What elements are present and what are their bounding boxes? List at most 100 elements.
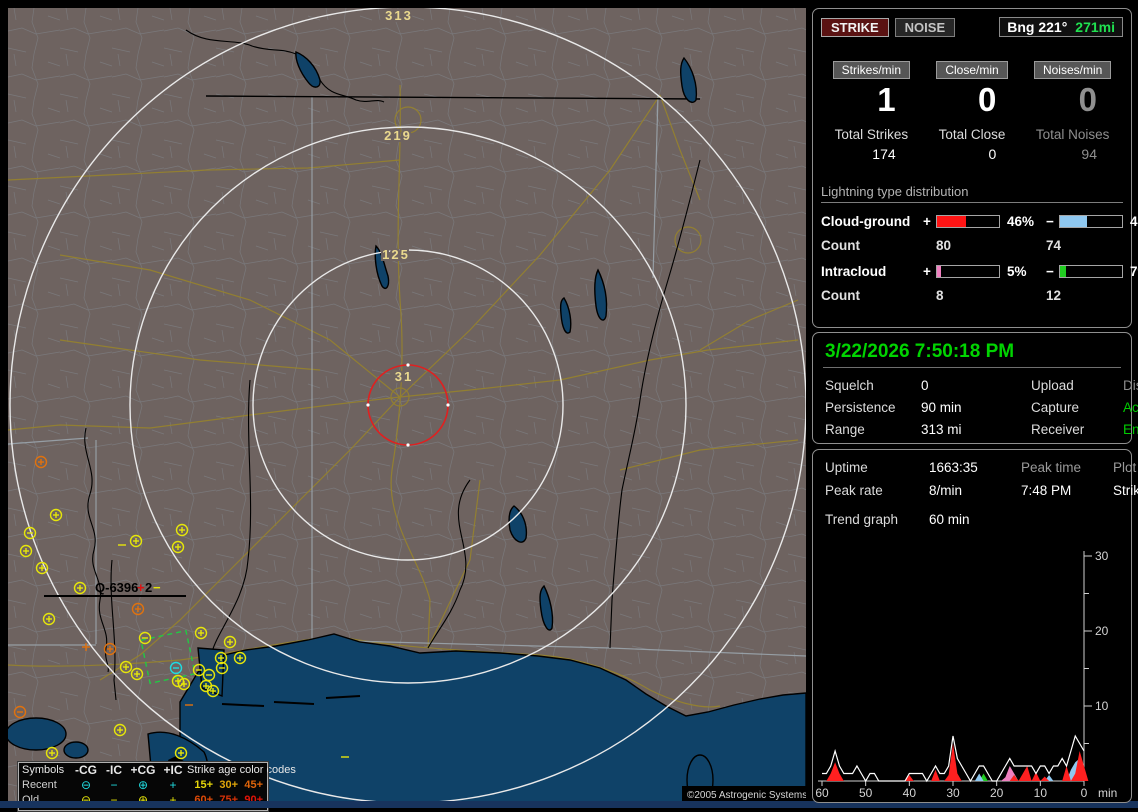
map-panel[interactable]: 313 219 125 31 Q-6396 +2− ©2005 Astrogenic S… [8, 8, 806, 812]
ic-pos-count: 8 [936, 288, 944, 303]
legend-cg-pos-hdr: +CG [130, 763, 156, 777]
noises-per-min-header[interactable]: Noises/min [1033, 61, 1112, 79]
plot-header: Plot [1113, 460, 1137, 475]
svg-text:60: 60 [816, 786, 829, 799]
svg-text:+: + [137, 580, 145, 595]
trend-graph: 10 20 30 60 50 40 30 20 10 0 min [816, 533, 1128, 799]
peak-time-value: 7:48 PM [1021, 483, 1072, 498]
uptime-label: Uptime [825, 460, 868, 475]
ic-neg-recent-icon: − [110, 778, 118, 792]
svg-text:125: 125 [382, 247, 410, 262]
strikes-per-min-header[interactable]: Strikes/min [832, 61, 910, 79]
svg-text:30: 30 [946, 786, 960, 799]
minus-sign: − [1046, 214, 1054, 229]
upload-label: Upload [1031, 378, 1074, 393]
upload-status: Disabled [1123, 378, 1138, 393]
ic-neg-pct: 7% [1130, 264, 1138, 279]
svg-text:2: 2 [145, 580, 152, 595]
cg-neg-bar [1059, 215, 1123, 228]
total-strikes-value: 174 [872, 146, 896, 162]
range-value: 313 mi [921, 422, 962, 437]
cg-neg-count: 74 [1046, 238, 1062, 253]
svg-text:40: 40 [903, 786, 917, 799]
svg-text:20: 20 [1095, 624, 1109, 638]
noises-per-min-value: 0 [1078, 81, 1097, 118]
cg-pos-recent-icon: ⊕ [137, 778, 149, 792]
age-15: 15+ [194, 779, 213, 791]
svg-text:10: 10 [1095, 699, 1109, 713]
legend-cg-neg-hdr: -CG [75, 763, 97, 777]
plot-value: Strike [1113, 483, 1138, 498]
strikes-per-min-value: 1 [877, 81, 896, 118]
svg-text:20: 20 [990, 786, 1004, 799]
strike-toggle-button[interactable]: STRIKE [821, 17, 889, 37]
bearing-readout: Bng 221° 271mi [999, 17, 1123, 37]
cg-pos-bar [936, 215, 1000, 228]
legend-ic-pos-hdr: +IC [163, 763, 183, 777]
close-per-min-value: 0 [977, 81, 997, 118]
plus-sign: + [923, 214, 931, 229]
bearing-distance: 271mi [1075, 19, 1115, 35]
peak-rate-label: Peak rate [825, 483, 883, 498]
svg-text:30: 30 [1095, 549, 1109, 563]
noise-toggle-button[interactable]: NOISE [894, 17, 956, 37]
ic-pos-bar [936, 265, 1000, 278]
legend-recent-label: Recent [22, 779, 57, 791]
ic-neg-count: 12 [1046, 288, 1062, 303]
bearing-value: Bng 221° [1007, 19, 1068, 35]
cg-neg-recent-icon: ⊖ [80, 778, 92, 792]
trend-graph-label: Trend graph [825, 512, 899, 527]
total-strikes-label: Total Strikes [834, 127, 909, 142]
distribution-title: Lightning type distribution [821, 184, 1123, 203]
svg-text:219: 219 [384, 128, 412, 143]
total-close-label: Total Close [938, 127, 1006, 142]
capture-status: Active [1123, 400, 1138, 415]
strike-stats-box: STRIKE NOISE Bng 221° 271mi Strikes/min C… [812, 8, 1138, 328]
ic-pos-recent-icon: + [169, 778, 177, 792]
uptime-value: 1663:35 [929, 460, 978, 475]
peak-rate-value: 8/min [929, 483, 963, 498]
legend-ic-neg-hdr: -IC [106, 763, 122, 777]
receiver-status: Enabled [1123, 422, 1138, 437]
svg-text:Q-6396: Q-6396 [95, 580, 138, 595]
total-noises-label: Total Noises [1035, 127, 1110, 142]
cg-count-label: Count [821, 238, 860, 253]
age-30: 30+ [219, 779, 238, 791]
total-close-value: 0 [988, 146, 997, 162]
map[interactable]: 31321912531 Q-6396+ 2− ©2005 Astrogenic S… [8, 8, 806, 802]
cloud-ground-label: Cloud-ground [821, 214, 911, 229]
receiver-label: Receiver [1031, 422, 1085, 437]
ic-pos-pct: 5% [1007, 264, 1027, 279]
range-label: Range [825, 422, 865, 437]
svg-text:min: min [1098, 786, 1117, 799]
legend-age-title: Strike age color codes [187, 764, 296, 776]
svg-text:0: 0 [1081, 786, 1088, 799]
minus-sign: − [1046, 264, 1054, 279]
svg-text:50: 50 [859, 786, 873, 799]
capture-label: Capture [1031, 400, 1080, 415]
svg-text:313: 313 [385, 8, 413, 23]
cg-pos-count: 80 [936, 238, 952, 253]
datetime-display: 3/22/2026 7:50:18 PM [823, 339, 1121, 368]
persistence-value: 90 min [921, 400, 962, 415]
trend-box: Uptime 1663:35 Peak time Plot Peak rate … [812, 449, 1138, 803]
legend-symbols-hdr: Symbols [22, 764, 65, 776]
ic-neg-bar [1059, 265, 1123, 278]
trend-graph-value: 60 min [929, 512, 970, 527]
svg-text:31: 31 [395, 369, 413, 384]
cg-pos-pct: 46% [1007, 214, 1035, 229]
copyright-text: ©2005 Astrogenic Systems [687, 790, 806, 801]
svg-text:10: 10 [1034, 786, 1048, 799]
intracloud-label: Intracloud [821, 264, 887, 279]
persistence-label: Persistence [825, 400, 896, 415]
age-45: 45+ [244, 779, 263, 791]
close-per-min-header[interactable]: Close/min [936, 61, 1008, 79]
total-noises-value: 94 [1081, 146, 1097, 162]
status-box: 3/22/2026 7:50:18 PM Squelch 0 Upload Di… [812, 332, 1138, 444]
peak-time-header: Peak time [1021, 460, 1082, 475]
cg-neg-pct: 43% [1130, 214, 1138, 229]
squelch-value: 0 [921, 378, 929, 393]
squelch-label: Squelch [825, 378, 874, 393]
plus-sign: + [923, 264, 931, 279]
svg-text:−: − [153, 580, 161, 595]
